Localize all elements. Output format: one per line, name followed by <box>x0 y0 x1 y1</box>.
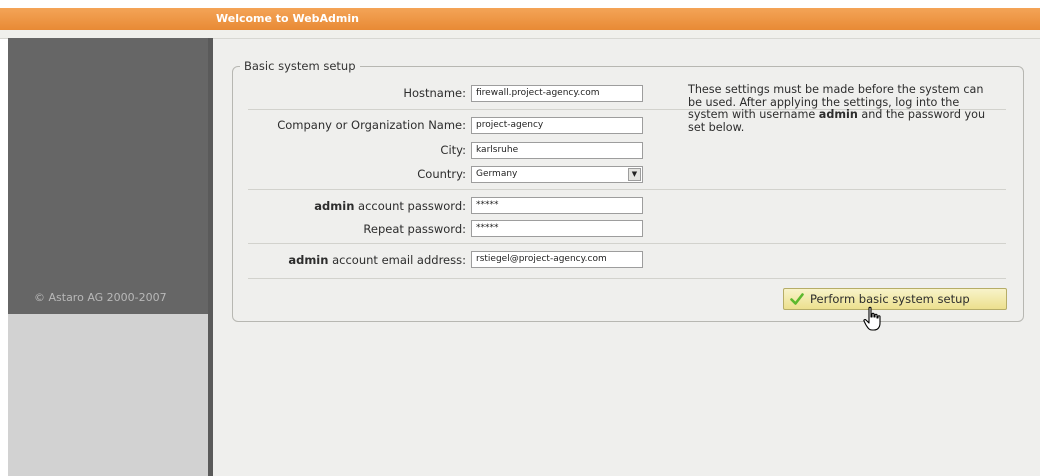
hand-cursor-icon <box>863 306 881 331</box>
city-input[interactable]: karlsruhe <box>471 142 643 159</box>
repeat-password-label: Repeat password: <box>363 222 466 236</box>
info-text-bold: admin <box>818 108 858 121</box>
perform-setup-button[interactable]: Perform basic system setup <box>783 288 1007 310</box>
admin-password-label-rest: account password: <box>354 199 466 213</box>
header-bar: Welcome to WebAdmin <box>0 8 1040 30</box>
admin-bold-text: admin <box>314 199 355 213</box>
section-divider <box>248 189 1006 190</box>
city-label: City: <box>440 143 466 157</box>
country-label: Country: <box>417 167 466 181</box>
company-label: Company or Organization Name: <box>277 118 466 132</box>
section-divider <box>248 278 1006 279</box>
hostname-input[interactable]: firewall.project-agency.com <box>471 85 643 102</box>
admin-email-label-rest: account email address: <box>328 253 466 267</box>
admin-email-label: admin account email address: <box>236 253 466 267</box>
sidebar <box>8 38 208 314</box>
checkmark-icon <box>790 293 804 305</box>
setup-info-text: These settings must be made before the s… <box>688 83 998 134</box>
sidebar-footer-area <box>8 314 208 476</box>
admin-bold-text: admin <box>288 253 329 267</box>
fieldset-legend: Basic system setup <box>240 59 360 73</box>
repeat-password-input[interactable]: ***** <box>471 220 643 237</box>
admin-password-label: admin account password: <box>236 199 466 213</box>
copyright-text: © Astaro AG 2000-2007 <box>34 291 167 304</box>
section-divider <box>248 243 1006 244</box>
admin-email-input[interactable]: rstiegel@project-agency.com <box>471 251 643 268</box>
hostname-label: Hostname: <box>403 86 466 100</box>
country-select-value: Germany <box>476 169 518 179</box>
company-input[interactable]: project-agency <box>471 117 643 134</box>
admin-password-input[interactable]: ***** <box>471 197 643 214</box>
perform-setup-button-label: Perform basic system setup <box>810 292 970 306</box>
page-title: Welcome to WebAdmin <box>216 12 359 25</box>
country-select[interactable]: Germany ▼ <box>471 166 643 183</box>
dropdown-arrow-icon[interactable]: ▼ <box>628 168 641 181</box>
